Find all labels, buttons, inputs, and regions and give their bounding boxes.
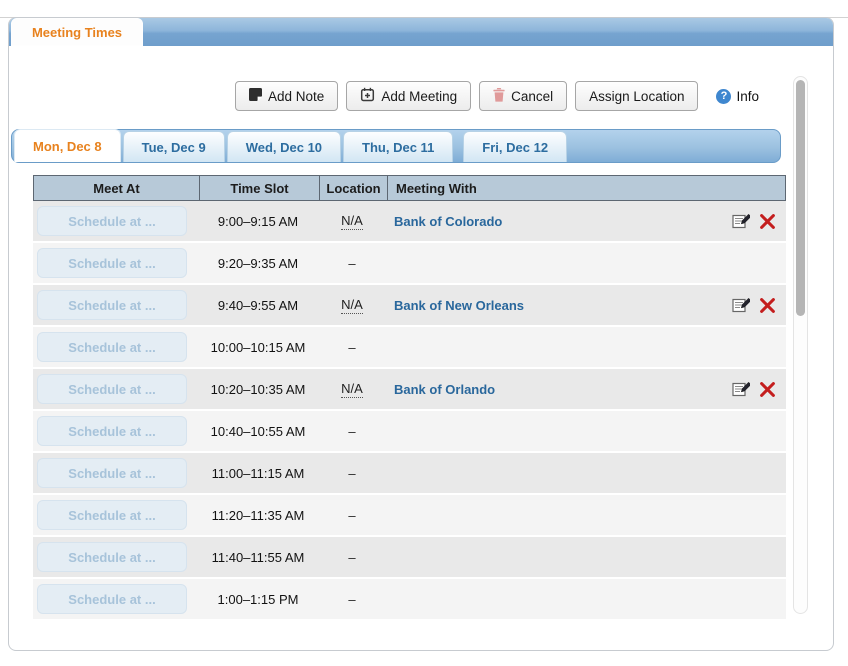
column-header-time-slot: Time Slot <box>199 176 319 200</box>
meeting-with-link[interactable]: Bank of New Orleans <box>394 298 524 313</box>
time-slot: 1:00–1:15 PM <box>217 591 299 607</box>
tab-meeting-times[interactable]: Meeting Times <box>11 18 143 46</box>
day-tabbar: Mon, Dec 8 Tue, Dec 9 Wed, Dec 10 Thu, D… <box>11 129 781 163</box>
column-header-location: Location <box>319 176 387 200</box>
location-value: – <box>348 507 356 523</box>
info-link[interactable]: ? Info <box>716 88 759 104</box>
table-row: Schedule at ... 10:00–10:15 AM – <box>33 327 786 369</box>
location-value: – <box>348 339 356 355</box>
table-row: Schedule at ... 11:00–11:15 AM – <box>33 453 786 495</box>
delete-x-icon[interactable] <box>759 297 776 313</box>
vertical-scrollbar[interactable] <box>793 76 808 614</box>
day-tab-wed-dec-10[interactable]: Wed, Dec 10 <box>226 131 342 162</box>
toolbar: Add Note Add Meeting Cancel Assign Locat… <box>235 81 759 111</box>
note-icon <box>249 88 263 104</box>
schedule-at-button[interactable]: Schedule at ... <box>37 500 187 530</box>
scrollbar-thumb[interactable] <box>796 80 805 316</box>
time-slot: 9:20–9:35 AM <box>217 255 299 271</box>
help-icon: ? <box>716 88 732 104</box>
column-header-meet-at: Meet At <box>93 180 140 196</box>
table-row: Schedule at ... 9:00–9:15 AM N/A Bank of… <box>33 201 786 243</box>
table-row: Schedule at ... 9:40–9:55 AM N/A Bank of… <box>33 285 786 327</box>
schedule-at-button[interactable]: Schedule at ... <box>37 416 187 446</box>
cancel-button[interactable]: Cancel <box>479 81 568 111</box>
main-tabstrip: Meeting Times <box>9 18 833 46</box>
calendar-plus-icon <box>360 87 375 105</box>
day-tab-fri-dec-12[interactable]: Fri, Dec 12 <box>463 131 568 162</box>
meeting-times-screen: Meeting Times Add Note Add Meeting Cance… <box>0 0 848 666</box>
schedule-at-button[interactable]: Schedule at ... <box>37 374 187 404</box>
add-note-button[interactable]: Add Note <box>235 81 339 111</box>
edit-note-icon[interactable] <box>732 297 750 313</box>
table-row: Schedule at ... 11:20–11:35 AM – <box>33 495 786 537</box>
time-slot: 11:20–11:35 AM <box>211 507 305 523</box>
table-row: Schedule at ... 1:00–1:15 PM – <box>33 579 786 621</box>
meeting-with-link[interactable]: Bank of Orlando <box>394 382 495 397</box>
trash-icon <box>493 87 505 105</box>
schedule-at-button[interactable]: Schedule at ... <box>37 542 187 572</box>
cancel-label: Cancel <box>511 88 554 104</box>
assign-location-button[interactable]: Assign Location <box>575 81 699 111</box>
schedule-at-button[interactable]: Schedule at ... <box>37 206 187 236</box>
time-slot: 9:40–9:55 AM <box>217 297 299 313</box>
time-slot: 10:20–10:35 AM <box>210 381 306 397</box>
time-slot: 11:00–11:15 AM <box>211 465 305 481</box>
location-value: – <box>348 591 356 607</box>
location-value: – <box>348 255 356 271</box>
schedule-at-button[interactable]: Schedule at ... <box>37 584 187 614</box>
table-header: Meet At Time Slot Location Meeting With <box>33 175 786 201</box>
location-value: – <box>348 549 356 565</box>
add-meeting-button[interactable]: Add Meeting <box>346 81 472 111</box>
day-tab-tue-dec-9[interactable]: Tue, Dec 9 <box>122 131 225 162</box>
location-value[interactable]: N/A <box>341 213 363 230</box>
location-value[interactable]: N/A <box>341 297 363 314</box>
time-slot: 10:40–10:55 AM <box>210 423 306 439</box>
delete-x-icon[interactable] <box>759 381 776 397</box>
edit-note-icon[interactable] <box>732 213 750 229</box>
meeting-with-link[interactable]: Bank of Colorado <box>394 214 502 229</box>
time-slot: 11:40–11:55 AM <box>211 549 305 565</box>
schedule-at-button[interactable]: Schedule at ... <box>37 248 187 278</box>
day-tab-mon-dec-8[interactable]: Mon, Dec 8 <box>14 129 121 162</box>
time-slot: 9:00–9:15 AM <box>217 213 299 229</box>
location-value: – <box>348 465 356 481</box>
time-slot: 10:00–10:15 AM <box>210 339 306 355</box>
table-row: Schedule at ... 10:40–10:55 AM – <box>33 411 786 453</box>
table-row: Schedule at ... 11:40–11:55 AM – <box>33 537 786 579</box>
assign-location-label: Assign Location <box>589 88 685 104</box>
schedule-table: Meet At Time Slot Location Meeting With … <box>33 175 786 621</box>
location-value: – <box>348 423 356 439</box>
schedule-at-button[interactable]: Schedule at ... <box>37 332 187 362</box>
location-value[interactable]: N/A <box>341 381 363 398</box>
column-header-meeting-with: Meeting With <box>387 176 785 200</box>
delete-x-icon[interactable] <box>759 213 776 229</box>
add-note-label: Add Note <box>268 88 325 104</box>
info-label: Info <box>736 88 759 104</box>
schedule-at-button[interactable]: Schedule at ... <box>37 290 187 320</box>
day-tab-thu-dec-11[interactable]: Thu, Dec 11 <box>343 131 454 162</box>
table-row: Schedule at ... 10:20–10:35 AM N/A Bank … <box>33 369 786 411</box>
add-meeting-label: Add Meeting <box>381 88 458 104</box>
edit-note-icon[interactable] <box>732 381 750 397</box>
content-panel: Meeting Times Add Note Add Meeting Cance… <box>8 17 834 651</box>
table-row: Schedule at ... 9:20–9:35 AM – <box>33 243 786 285</box>
schedule-at-button[interactable]: Schedule at ... <box>37 458 187 488</box>
